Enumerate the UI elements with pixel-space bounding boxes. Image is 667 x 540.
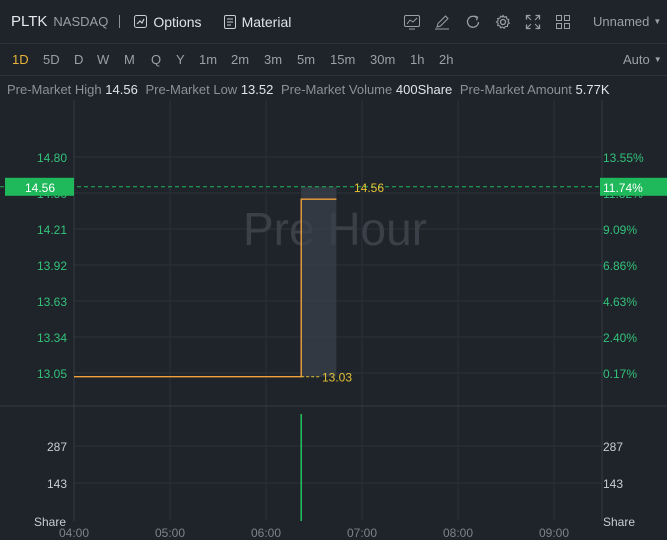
price-volume-chart[interactable]: Pre Hour14.8014.5014.2113.9213.6313.3413… — [0, 100, 667, 540]
time-tick-label: 04:00 — [59, 526, 89, 540]
layout-selector[interactable]: Unnamed ▼ — [593, 14, 661, 29]
timeframe-1d[interactable]: 1D — [12, 52, 29, 67]
timeframe-w[interactable]: W — [97, 52, 109, 67]
high-marker-label: 14.56 — [354, 181, 384, 195]
timeframe-2m[interactable]: 2m — [231, 52, 249, 67]
time-tick-label: 09:00 — [539, 526, 569, 540]
options-label: Options — [153, 13, 202, 30]
document-icon — [223, 14, 236, 29]
caret-down-icon: ▼ — [653, 55, 662, 64]
toolbar-divider — [119, 15, 121, 28]
timeframe-y[interactable]: Y — [176, 52, 185, 67]
timeframe-1m[interactable]: 1m — [199, 52, 217, 67]
top-toolbar: PLTK NASDAQ Options Material Unnamed ▼ — [0, 0, 667, 44]
volume-tick-label: 287 — [47, 440, 67, 454]
caret-down-icon: ▼ — [653, 17, 662, 26]
price-tick-label: 13.63 — [37, 295, 67, 309]
current-price-label: 14.56 — [25, 181, 55, 195]
pre-market-stats: Pre-Market High 14.56 Pre-Market Low 13.… — [7, 82, 614, 97]
stat-value-high: 14.56 — [105, 82, 138, 97]
timeframe-m[interactable]: M — [124, 52, 135, 67]
price-tick-label: 14.80 — [37, 151, 67, 165]
timeframe-15m[interactable]: 15m — [330, 52, 355, 67]
timeframe-30m[interactable]: 30m — [370, 52, 395, 67]
timeframe-2h[interactable]: 2h — [439, 52, 453, 67]
timeframe-3m[interactable]: 3m — [264, 52, 282, 67]
indicator-icon[interactable] — [402, 12, 422, 32]
stat-label-volume: Pre-Market Volume — [280, 82, 393, 97]
timeframe-1h[interactable]: 1h — [410, 52, 424, 67]
time-tick-label: 07:00 — [347, 526, 377, 540]
auto-label: Auto — [623, 52, 650, 67]
grid-layout-icon[interactable] — [553, 12, 573, 32]
options-button[interactable]: Options — [134, 13, 202, 30]
timeframe-5d[interactable]: 5D — [43, 52, 60, 67]
time-tick-label: 08:00 — [443, 526, 473, 540]
stat-value-amount: 5.77K — [575, 82, 610, 97]
auto-scale-selector[interactable]: Auto ▼ — [623, 52, 662, 67]
time-tick-label: 06:00 — [251, 526, 281, 540]
timeframe-q[interactable]: Q — [151, 52, 161, 67]
layout-name-label: Unnamed — [593, 14, 650, 29]
stat-label-low: Pre-Market Low — [145, 82, 238, 97]
change-tick-label: 0.17% — [603, 367, 637, 381]
timeframe-5m[interactable]: 5m — [297, 52, 315, 67]
price-tick-label: 14.21 — [37, 223, 67, 237]
price-tick-label: 13.92 — [37, 259, 67, 273]
change-tick-label: 6.86% — [603, 259, 637, 273]
low-marker-label: 13.03 — [322, 371, 352, 385]
stat-label-amount: Pre-Market Amount — [459, 82, 572, 97]
price-range-shade — [301, 186, 337, 377]
volume-unit-label: Share — [603, 515, 635, 529]
stat-value-low: 13.52 — [240, 82, 274, 97]
fullscreen-icon[interactable] — [523, 12, 543, 32]
material-label: Material — [241, 13, 292, 30]
exchange-label: NASDAQ — [53, 14, 109, 29]
volume-tick-label: 143 — [603, 477, 623, 491]
stat-value-volume: 400Share — [395, 82, 453, 97]
options-chart-icon — [134, 15, 148, 28]
volume-tick-label: 143 — [47, 477, 67, 491]
change-tick-label: 4.63% — [603, 295, 637, 309]
price-tick-label: 13.34 — [37, 331, 67, 345]
timeframe-bar: 1D 5D D W M Q Y 1m 2m 3m 5m 15m 30m 1h 2… — [0, 44, 667, 76]
change-tick-label: 9.09% — [603, 223, 637, 237]
price-tick-label: 13.05 — [37, 367, 67, 381]
time-tick-label: 05:00 — [155, 526, 185, 540]
volume-tick-label: 287 — [603, 440, 623, 454]
timeframe-d[interactable]: D — [74, 52, 83, 67]
change-tick-label: 2.40% — [603, 331, 637, 345]
stat-label-high: Pre-Market High — [7, 82, 102, 97]
ticker-symbol: PLTK — [11, 13, 48, 30]
current-change-label: 11.74% — [603, 181, 643, 195]
refresh-icon[interactable] — [463, 12, 483, 32]
material-button[interactable]: Material — [223, 13, 292, 30]
draw-icon[interactable] — [432, 12, 452, 32]
change-tick-label: 13.55% — [603, 151, 644, 165]
settings-icon[interactable] — [493, 12, 513, 32]
